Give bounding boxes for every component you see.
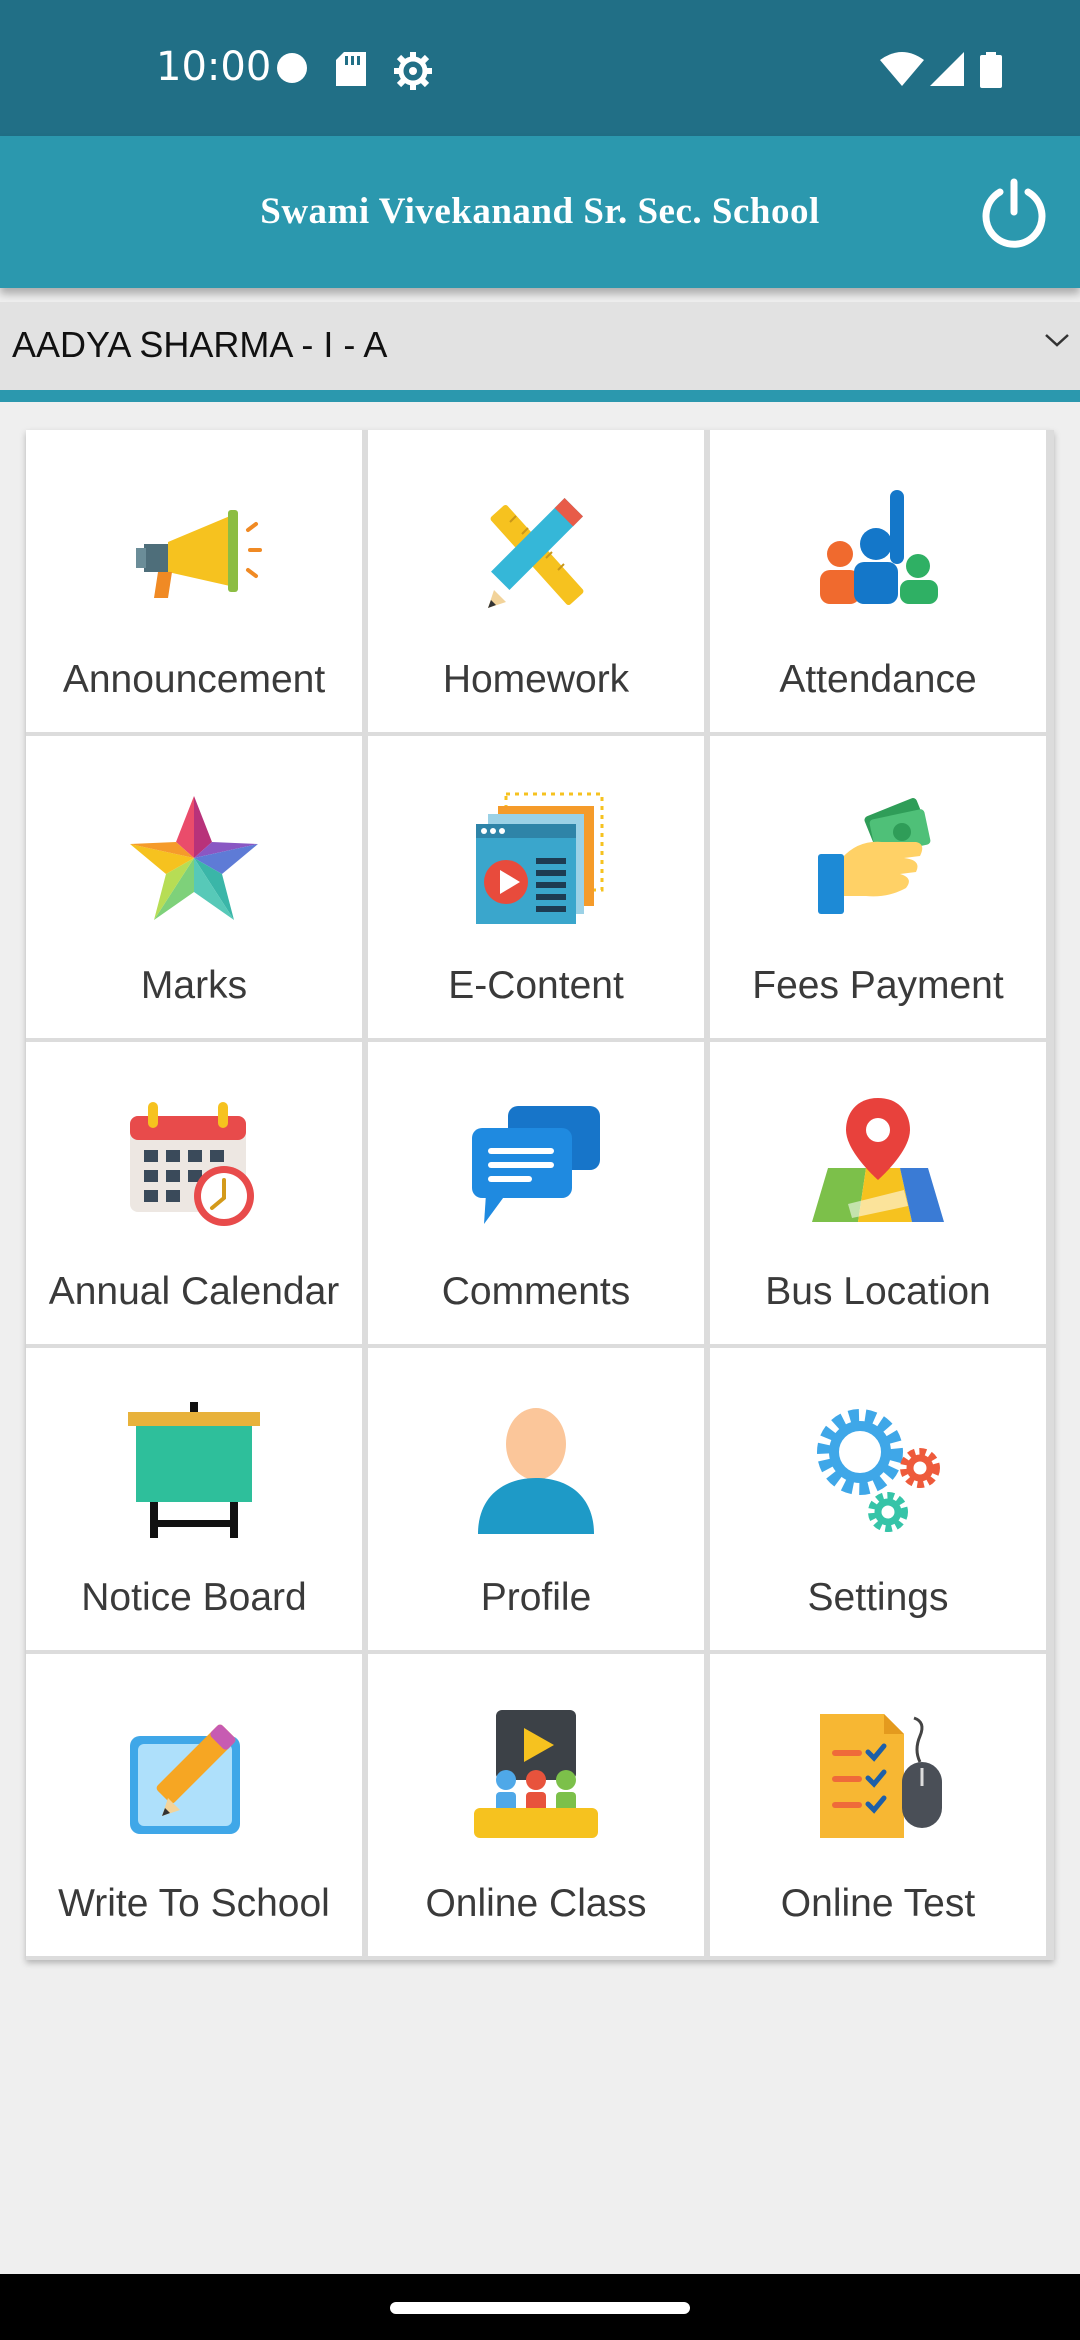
menu-label: Notice Board: [81, 1576, 307, 1619]
sd-card-icon: [336, 52, 366, 86]
menu-label: Homework: [442, 658, 630, 701]
calendar-clock-icon: [130, 1102, 254, 1226]
user-avatar-icon: [478, 1408, 594, 1534]
menu-label: Settings: [807, 1576, 949, 1619]
menu-label: Write To School: [58, 1882, 330, 1925]
settings-gear-icon: [394, 52, 432, 90]
menu-label: Announcement: [62, 658, 326, 701]
menu-label: Bus Location: [765, 1270, 991, 1313]
selected-student: AADYA SHARMA - I - A: [12, 324, 388, 365]
wifi-icon: [880, 52, 924, 86]
menu-label: Online Class: [425, 1882, 647, 1925]
megaphone-icon: [136, 510, 262, 598]
menu-label: Fees Payment: [752, 964, 1004, 1007]
media-window-icon: [476, 792, 604, 924]
star-icon: [130, 796, 258, 920]
write-note-icon: [130, 1724, 240, 1834]
raised-hand-people-icon: [820, 490, 938, 604]
menu-label: E-Content: [448, 964, 624, 1007]
menu-item-attendance[interactable]: Attendance: [710, 430, 1046, 732]
menu-item-homework[interactable]: Homework: [368, 430, 704, 732]
menu-grid: Announcement Homework Attendance Marks E…: [26, 430, 1054, 1960]
pencil-ruler-icon: [488, 498, 584, 608]
menu-item-notice-board[interactable]: Notice Board: [26, 1348, 362, 1650]
dot-icon: [277, 53, 307, 83]
checklist-mouse-icon: [820, 1714, 942, 1838]
cell-signal-icon: [930, 52, 964, 86]
menu-item-settings[interactable]: Settings: [710, 1348, 1046, 1650]
menu-label: Profile: [480, 1576, 592, 1619]
gears-icon: [817, 1409, 940, 1532]
map-pin-icon: [812, 1098, 944, 1222]
menu-item-bus-location[interactable]: Bus Location: [710, 1042, 1046, 1344]
student-selector[interactable]: AADYA SHARMA - I - A: [0, 302, 1080, 390]
menu-label: Annual Calendar: [48, 1270, 340, 1313]
status-time: 10:00: [156, 44, 272, 90]
chat-bubbles-icon: [472, 1106, 600, 1224]
menu-item-write-to-school[interactable]: Write To School: [26, 1654, 362, 1956]
app-bar: Swami Vivekanand Sr. Sec. School: [0, 136, 1080, 288]
menu-item-fees-payment[interactable]: Fees Payment: [710, 736, 1046, 1038]
menu-item-online-test[interactable]: Online Test: [710, 1654, 1046, 1956]
easel-board-icon: [128, 1402, 260, 1538]
menu-label: Online Test: [780, 1882, 976, 1925]
status-bar: 10:00: [0, 0, 1080, 136]
home-gesture-handle[interactable]: [390, 2302, 690, 2314]
menu-label: Marks: [140, 964, 248, 1007]
menu-item-announcement[interactable]: Announcement: [26, 430, 362, 732]
selector-underline: [0, 390, 1080, 402]
battery-icon: [980, 52, 1002, 88]
menu-label: Comments: [441, 1270, 631, 1313]
hand-money-icon: [818, 798, 931, 914]
chevron-down-icon[interactable]: [1044, 332, 1070, 348]
video-class-icon: [474, 1710, 598, 1838]
school-title: Swami Vivekanand Sr. Sec. School: [260, 191, 820, 232]
menu-item-comments[interactable]: Comments: [368, 1042, 704, 1344]
menu-item-online-class[interactable]: Online Class: [368, 1654, 704, 1956]
menu-item-marks[interactable]: Marks: [26, 736, 362, 1038]
menu-item-annual-calendar[interactable]: Annual Calendar: [26, 1042, 362, 1344]
menu-item-e-content[interactable]: E-Content: [368, 736, 704, 1038]
menu-item-profile[interactable]: Profile: [368, 1348, 704, 1650]
menu-label: Attendance: [779, 658, 977, 701]
power-icon[interactable]: [976, 176, 1052, 252]
